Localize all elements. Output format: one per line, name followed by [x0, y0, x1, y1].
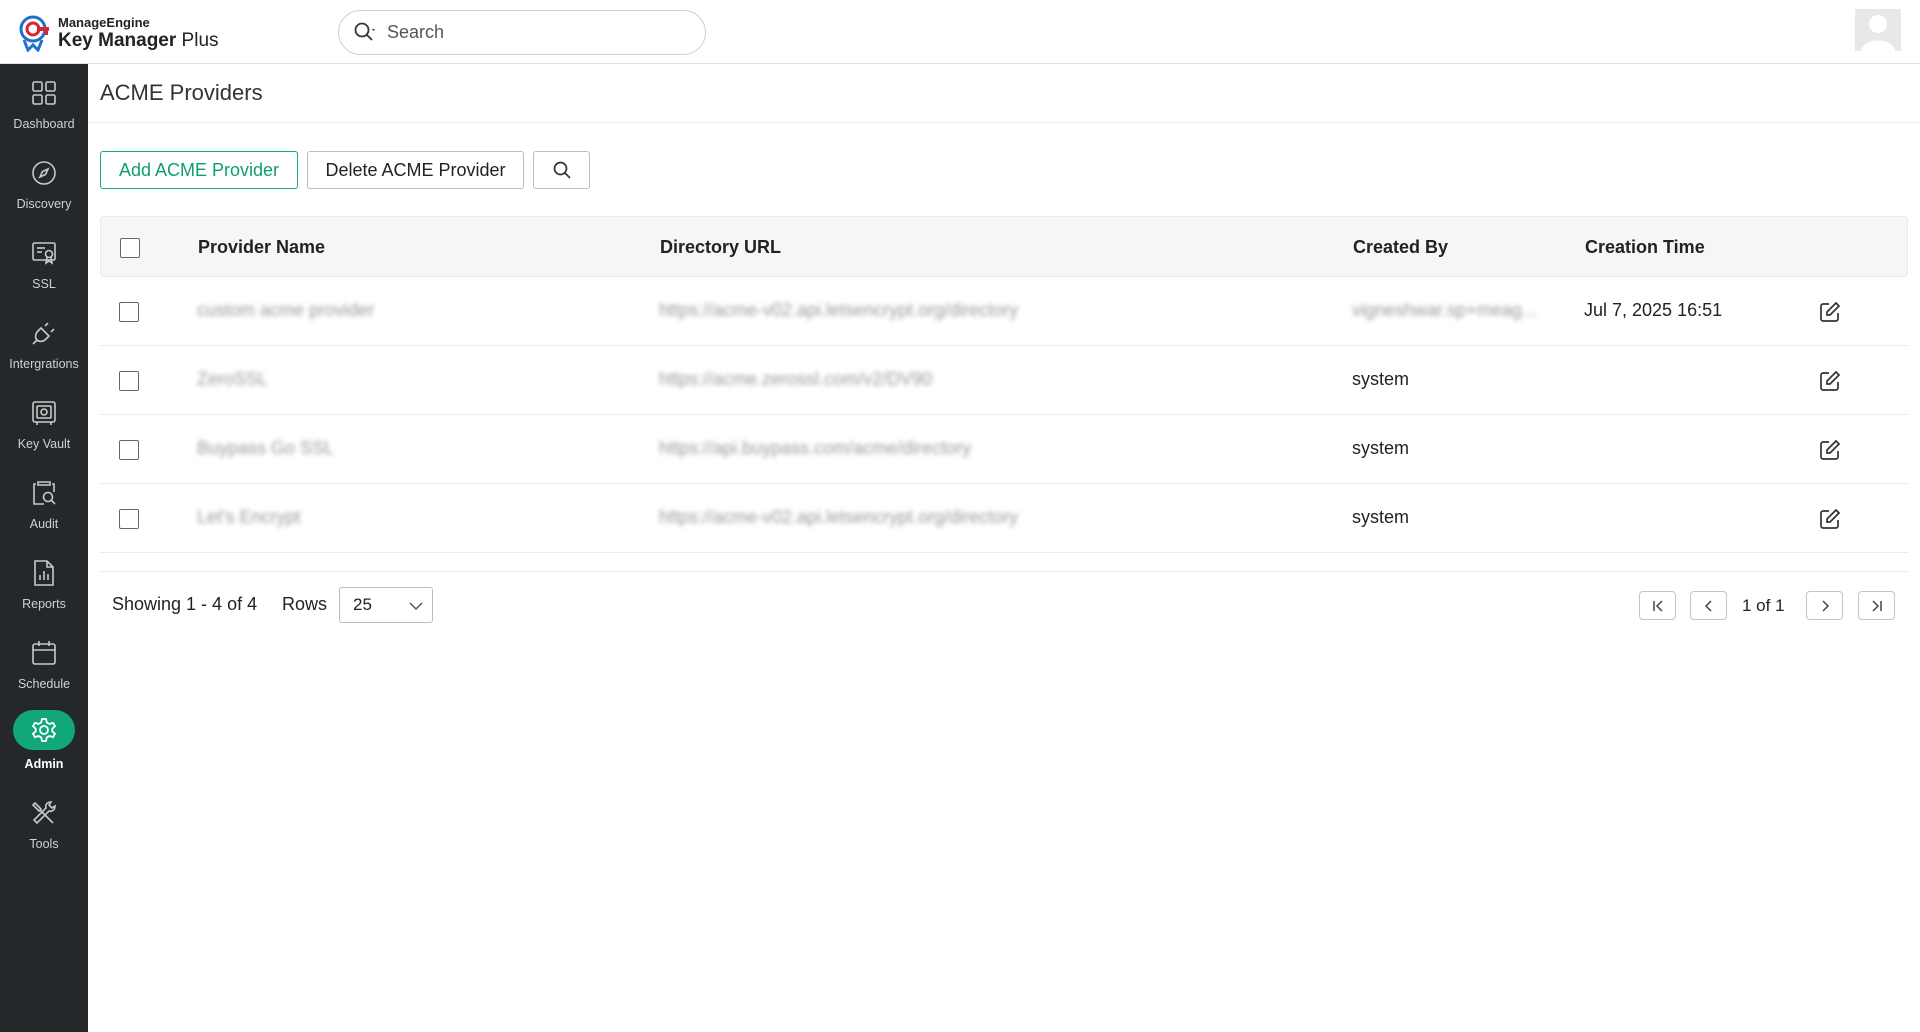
- provider-name-cell: ZeroSSL: [197, 369, 269, 389]
- created-by-cell: system: [1352, 438, 1410, 458]
- sidebar-label: Discovery: [16, 197, 72, 211]
- sidebar-item-discovery[interactable]: Discovery: [0, 144, 88, 224]
- table-row[interactable]: Let's Encrypt https://acme-v02.api.letse…: [100, 484, 1908, 553]
- creation-time-cell: Jul 7, 2025 16:51: [1584, 300, 1723, 320]
- report-icon: [34, 560, 54, 586]
- sidebar-item-integrations[interactable]: Intergrations: [0, 304, 88, 384]
- directory-url-cell: https://acme-v02.api.letsencrypt.org/dir…: [659, 507, 1019, 527]
- sidebar-item-ssl[interactable]: SSL: [0, 224, 88, 304]
- directory-url-cell: https://acme-v02.api.letsencrypt.org/dir…: [659, 300, 1019, 320]
- edit-icon[interactable]: [1818, 438, 1842, 462]
- table-header: Provider Name Directory URL Created By C…: [100, 216, 1908, 277]
- dashboard-icon: [32, 81, 56, 105]
- plug-icon: [32, 322, 55, 345]
- acme-providers-table: Provider Name Directory URL Created By C…: [100, 216, 1908, 553]
- top-bar: ManageEngine Key Manager Plus: [0, 0, 1920, 64]
- previous-page-button[interactable]: [1690, 591, 1727, 620]
- page-indicator: 1 of 1: [1742, 596, 1785, 615]
- edit-icon[interactable]: [1818, 369, 1842, 393]
- row-checkbox[interactable]: [119, 302, 139, 322]
- user-avatar[interactable]: [1855, 9, 1901, 51]
- tools-icon: [31, 801, 56, 825]
- first-page-icon: [1652, 599, 1663, 612]
- sidebar-label: Key Vault: [17, 437, 71, 451]
- first-page-button[interactable]: [1639, 591, 1676, 620]
- search-icon[interactable]: [353, 21, 377, 45]
- rows-per-page-label: Rows: [282, 594, 328, 614]
- compass-icon: [32, 161, 56, 185]
- next-page-button[interactable]: [1806, 591, 1843, 620]
- add-acme-provider-button[interactable]: Add ACME Provider: [100, 151, 298, 189]
- brand-company: ManageEngine: [58, 15, 150, 30]
- sidebar-item-dashboard[interactable]: Dashboard: [0, 64, 88, 144]
- edit-icon[interactable]: [1818, 507, 1842, 531]
- chevron-right-icon: [1821, 599, 1829, 612]
- provider-name-cell: custom acme provider: [197, 300, 375, 320]
- global-search[interactable]: [338, 10, 706, 55]
- last-page-icon: [1871, 599, 1882, 612]
- column-header-provider-name[interactable]: Provider Name: [198, 237, 325, 258]
- page-title: ACME Providers: [100, 80, 263, 105]
- sidebar-label: Schedule: [17, 677, 71, 691]
- calendar-icon: [32, 641, 56, 665]
- audit-icon: [33, 481, 56, 505]
- sidebar-label: Reports: [22, 597, 66, 611]
- sidebar-item-schedule[interactable]: Schedule: [0, 624, 88, 704]
- column-header-created-by[interactable]: Created By: [1353, 237, 1448, 258]
- sidebar-item-key-vault[interactable]: Key Vault: [0, 384, 88, 464]
- search-icon: [553, 161, 571, 179]
- delete-acme-provider-button[interactable]: Delete ACME Provider: [307, 151, 524, 189]
- sidebar-item-tools[interactable]: Tools: [0, 784, 88, 864]
- sidebar-label: Admin: [24, 757, 64, 771]
- page-header: ACME Providers: [88, 64, 1920, 123]
- search-input[interactable]: [387, 22, 667, 43]
- sidebar-label: Tools: [29, 837, 59, 851]
- sidebar-label: Audit: [29, 517, 59, 531]
- directory-url-cell: https://api.buypass.com/acme/directory: [659, 438, 972, 458]
- active-indicator: [13, 710, 75, 750]
- last-page-button[interactable]: [1858, 591, 1895, 620]
- directory-url-cell: https://acme.zerossl.com/v2/DV90: [659, 369, 933, 389]
- key-manager-logo-icon: [19, 15, 49, 52]
- created-by-cell: system: [1352, 507, 1410, 527]
- column-header-creation-time[interactable]: Creation Time: [1585, 237, 1705, 258]
- chevron-left-icon: [1704, 599, 1712, 612]
- sidebar-item-admin[interactable]: Admin: [0, 704, 88, 784]
- select-all-checkbox[interactable]: [120, 238, 140, 258]
- rows-per-page-value: 25: [353, 595, 372, 614]
- column-header-directory-url[interactable]: Directory URL: [660, 237, 781, 258]
- sidebar-item-audit[interactable]: Audit: [0, 464, 88, 544]
- gear-icon: [31, 718, 57, 742]
- sidebar-label: Dashboard: [13, 117, 75, 131]
- rows-per-page-select[interactable]: 25: [339, 587, 433, 623]
- row-checkbox[interactable]: [119, 440, 139, 460]
- sidebar-nav: Dashboard Discovery SSL Intergrations Ke…: [0, 64, 88, 1032]
- created-by-cell: vigneshwar.sp+meag...: [1352, 300, 1537, 320]
- sidebar-item-reports[interactable]: Reports: [0, 544, 88, 624]
- table-row[interactable]: Buypass Go SSL https://api.buypass.com/a…: [100, 415, 1908, 484]
- table-row[interactable]: ZeroSSL https://acme.zerossl.com/v2/DV90…: [100, 346, 1908, 415]
- user-icon: [1855, 9, 1901, 51]
- row-checkbox[interactable]: [119, 509, 139, 529]
- certificate-icon: [32, 242, 56, 265]
- chevron-down-icon: [409, 602, 423, 611]
- sidebar-label: SSL: [32, 277, 56, 291]
- record-count: Showing 1 - 4 of 4: [112, 594, 258, 614]
- brand-logo-link[interactable]: ManageEngine Key Manager Plus: [18, 14, 219, 52]
- edit-icon[interactable]: [1818, 300, 1842, 324]
- table-row[interactable]: custom acme provider https://acme-v02.ap…: [100, 277, 1908, 346]
- table-search-button[interactable]: [533, 151, 590, 189]
- brand-product: Key Manager Plus: [58, 30, 219, 51]
- provider-name-cell: Let's Encrypt: [197, 507, 301, 527]
- created-by-cell: system: [1352, 369, 1410, 389]
- row-checkbox[interactable]: [119, 371, 139, 391]
- table-footer-divider: [100, 571, 1908, 572]
- provider-name-cell: Buypass Go SSL: [197, 438, 335, 458]
- vault-icon: [32, 401, 56, 425]
- sidebar-label: Intergrations: [9, 357, 79, 371]
